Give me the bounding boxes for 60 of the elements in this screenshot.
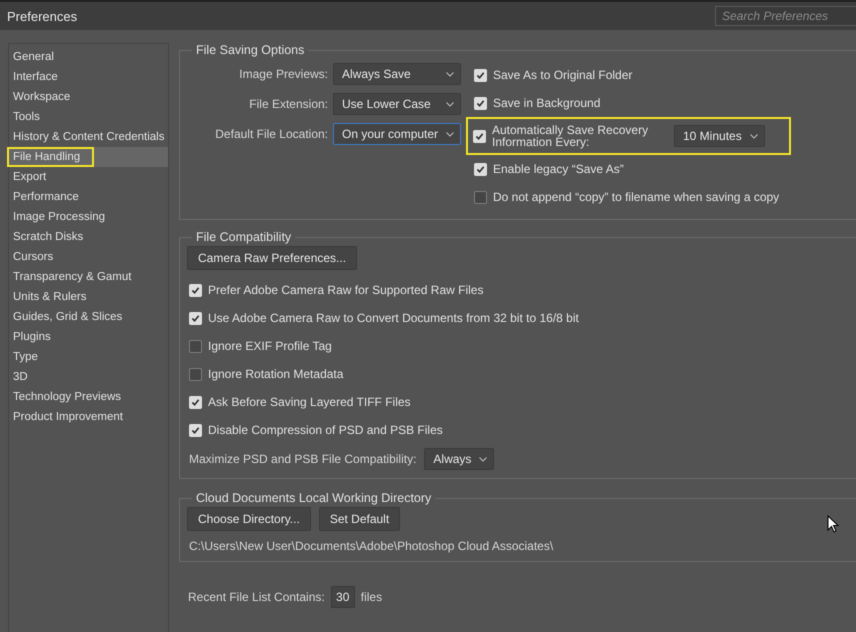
directory-path: C:\Users\New User\Documents\Adobe\Photoshop Cloud Associates\ — [188, 539, 554, 553]
field-label: Image Previews: — [239, 67, 328, 81]
sidebar-item[interactable]: Tools — [9, 107, 168, 127]
chevron-down-icon — [446, 132, 454, 136]
field-label: Recent File List Contains: — [188, 590, 325, 604]
sidebar-item[interactable]: Transparency & Gamut — [9, 267, 168, 287]
camera-raw-preferences-button[interactable]: Camera Raw Preferences... — [187, 246, 358, 270]
checkbox-label: Disable Compression of PSD and PSB Files — [208, 423, 443, 437]
sidebar-item[interactable]: Technology Previews — [9, 387, 168, 407]
number-field[interactable]: 30 — [330, 586, 355, 608]
sidebar-item[interactable]: Units & Rulers — [9, 287, 168, 307]
group-title: Cloud Documents Local Working Directory — [195, 491, 432, 505]
sidebar-item[interactable]: File Handling — [9, 147, 168, 167]
checkbox[interactable] — [189, 340, 202, 352]
sidebar-item[interactable]: Cursors — [9, 247, 168, 267]
sidebar-item[interactable]: Plugins — [9, 327, 168, 347]
directory-button[interactable]: Choose Directory... — [187, 507, 311, 531]
sidebar-item[interactable]: Product Improvement — [9, 407, 168, 427]
sidebar-item[interactable]: General — [9, 47, 168, 67]
unit-label: files — [360, 590, 382, 604]
sidebar-item[interactable]: Interface — [9, 67, 168, 87]
dropdown[interactable]: 10 Minutes — [674, 125, 765, 147]
checkbox[interactable] — [474, 190, 487, 204]
checkbox-label: Ask Before Saving Layered TIFF Files — [208, 395, 411, 409]
search-field[interactable]: Search Preferences — [715, 6, 856, 26]
sidebar-item[interactable]: Type — [9, 347, 168, 367]
checkbox-label: Do not append “copy” to filename when saving a copy — [493, 190, 780, 204]
dropdown[interactable]: Use Lower Case — [333, 93, 461, 115]
sidebar-item[interactable]: Export — [9, 167, 168, 187]
checkbox-label: Prefer Adobe Camera Raw for Supported Raw Files — [208, 283, 484, 297]
sidebar-item[interactable]: Guides, Grid & Slices — [9, 307, 168, 327]
dropdown[interactable]: On your computer — [333, 123, 461, 145]
window-title: Preferences — [7, 8, 78, 24]
chevron-down-icon — [750, 134, 758, 138]
checkbox-label: Save As to Original Folder — [493, 68, 632, 82]
field-label: Maximize PSD and PSB File Compatibility: — [189, 452, 416, 466]
group-title: File Compatibility — [195, 230, 292, 244]
checkbox-label: Automatically Save Recovery Information Every: — [492, 124, 650, 148]
sidebar-item[interactable]: Workspace — [9, 87, 168, 107]
sidebar-item[interactable]: Scratch Disks — [9, 227, 168, 247]
field-label: Default File Location: — [215, 127, 328, 141]
sidebar-item[interactable]: Image Processing — [9, 207, 168, 227]
checkbox[interactable] — [189, 368, 202, 380]
checkbox-label: Ignore EXIF Profile Tag — [208, 339, 332, 353]
sidebar-item[interactable]: Performance — [9, 187, 168, 207]
checkbox-label: Ignore Rotation Metadata — [208, 367, 344, 381]
checkbox-label: Enable legacy “Save As” — [493, 162, 624, 176]
sidebar-item[interactable]: History & Content Credentials — [9, 127, 168, 147]
group-title: File Saving Options — [195, 43, 306, 57]
dropdown[interactable]: Always Save — [333, 63, 461, 85]
chevron-down-icon — [446, 72, 454, 76]
directory-button[interactable]: Set Default — [318, 507, 400, 531]
sidebar-item[interactable]: 3D — [9, 367, 168, 387]
field-label: File Extension: — [249, 97, 328, 111]
chevron-down-icon — [446, 102, 454, 106]
checkbox-label: Save in Background — [493, 96, 600, 110]
dropdown[interactable]: Always — [424, 448, 494, 470]
chevron-down-icon — [479, 456, 488, 462]
checkbox-label: Use Adobe Camera Raw to Convert Documents from 32 bit to 16/8 bit — [208, 311, 579, 325]
cursor-icon — [827, 515, 839, 533]
